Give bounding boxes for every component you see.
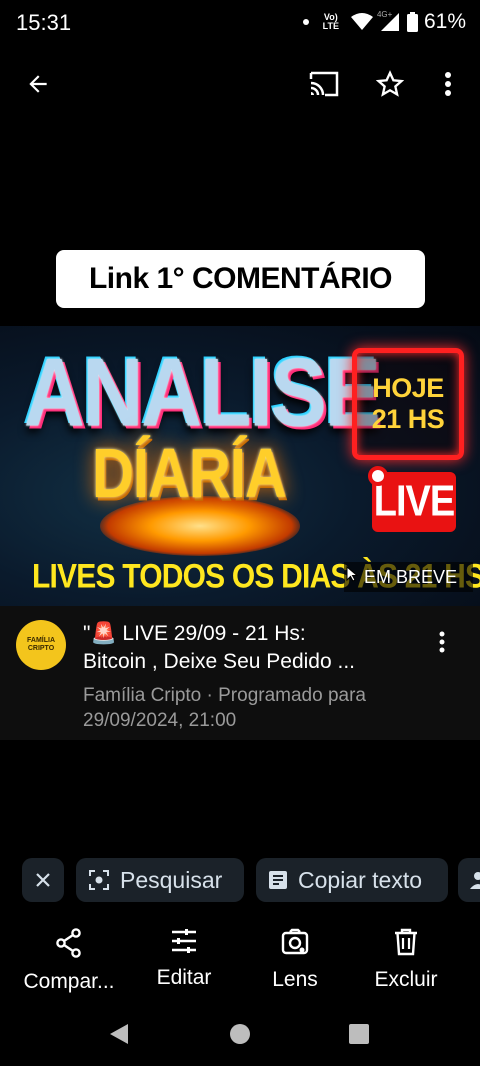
- wifi-icon: [350, 13, 373, 30]
- delete-button[interactable]: Excluir: [346, 928, 466, 1004]
- star-outline-icon: [376, 70, 404, 97]
- video-meta-line2: 29/09/2024, 21:00: [83, 710, 237, 731]
- trash-icon: [395, 928, 417, 956]
- mobile-signal-icon: 4G+: [376, 10, 401, 32]
- cast-icon: [309, 71, 339, 97]
- arrow-back-icon: [29, 75, 47, 93]
- video-meta-line1: Família Cripto · Programado para: [83, 685, 366, 706]
- favorite-button[interactable]: [366, 60, 414, 108]
- share-button[interactable]: Compar...: [9, 928, 129, 1004]
- video-title-line1: "🚨 LIVE 29/09 - 21 Hs:: [83, 622, 306, 645]
- upcoming-label: EM BREVE: [364, 566, 458, 587]
- video-title: "🚨 LIVE 29/09 - 21 Hs: Bitcoin , Deixe S…: [83, 620, 423, 676]
- mobile-network-label: 4G+: [376, 10, 393, 19]
- schedule-line2: 21 HS: [371, 404, 445, 434]
- live-play-icon: [368, 466, 388, 486]
- copy-text-chip[interactable]: Copiar texto: [256, 858, 448, 902]
- channel-avatar-text: FAMÍLIA CRIPTO: [27, 637, 55, 652]
- schedule-box: HOJE 21 HS: [352, 348, 464, 460]
- thumbnail-title-line2: DÍARÍA: [92, 434, 287, 513]
- text-document-icon: [269, 871, 287, 889]
- nav-recents-icon[interactable]: [348, 1023, 370, 1045]
- channel-avatar[interactable]: FAMÍLIA CRIPTO: [16, 620, 66, 670]
- status-bar: 15:31 Vo) LTE 4G+ 61%: [0, 0, 480, 46]
- person-icon: [470, 872, 480, 889]
- volte-bottom-label: LTE: [322, 21, 339, 31]
- close-chip-button[interactable]: [22, 858, 64, 902]
- lens-camera-icon: [281, 928, 309, 955]
- thumbnail-title-line1: ANALISE: [24, 337, 381, 446]
- video-meta: Família Cripto · Programado para 29/09/2…: [83, 683, 413, 733]
- search-chip[interactable]: Pesquisar: [76, 858, 244, 902]
- share-label: Compar...: [23, 970, 115, 993]
- back-button[interactable]: [14, 60, 62, 108]
- suggestion-chips: Pesquisar Copiar texto: [0, 858, 480, 904]
- upcoming-overlay: EM BREVE: [344, 562, 474, 592]
- battery-percent: 61%: [423, 10, 466, 33]
- edit-label: Editar: [156, 966, 212, 989]
- nav-back-icon[interactable]: [108, 1022, 130, 1046]
- status-time: 15:31: [16, 10, 72, 35]
- caption-pill: Link 1° COMENTÁRIO: [56, 250, 425, 308]
- tune-icon: [172, 929, 196, 953]
- more-vert-icon: [445, 72, 451, 96]
- volte-icon: Vo) LTE: [323, 13, 339, 31]
- delete-label: Excluir: [374, 968, 438, 991]
- lens-button[interactable]: Lens: [235, 928, 355, 1004]
- battery-icon: [406, 12, 418, 32]
- copy-text-chip-label: Copiar texto: [298, 866, 423, 893]
- video-thumbnail[interactable]: ANALISE DÍARÍA HOJE 21 HS LIVE LIVES TOD…: [0, 326, 480, 606]
- lens-label: Lens: [272, 968, 318, 991]
- top-app-bar: [0, 60, 480, 108]
- search-chip-label: Pesquisar: [120, 866, 223, 893]
- video-info-card[interactable]: FAMÍLIA CRIPTO "🚨 LIVE 29/09 - 21 Hs: Bi…: [0, 606, 480, 740]
- live-badge-text: LIVE: [373, 477, 455, 526]
- schedule-line1: HOJE: [372, 373, 444, 403]
- edit-button[interactable]: Editar: [124, 928, 244, 1004]
- caption-text: Link 1° COMENTÁRIO: [88, 262, 393, 295]
- notification-dot-icon: [302, 19, 309, 25]
- nav-home-icon[interactable]: [229, 1023, 251, 1045]
- video-title-line2: Bitcoin , Deixe Seu Pedido ...: [83, 650, 355, 673]
- close-icon: [36, 873, 50, 887]
- status-icons: Vo) LTE 4G+ 61%: [302, 10, 466, 34]
- more-vert-icon: [439, 631, 445, 653]
- share-icon: [56, 928, 81, 958]
- video-more-button[interactable]: [426, 622, 458, 662]
- cursor-icon: [346, 566, 359, 582]
- cast-button[interactable]: [300, 60, 348, 108]
- bottom-action-bar: Compar... Editar Lens Excluir: [0, 928, 480, 1004]
- person-chip[interactable]: [458, 858, 480, 902]
- more-options-button[interactable]: [424, 60, 472, 108]
- system-navigation-bar: [0, 1012, 480, 1056]
- lens-search-icon: [89, 870, 109, 890]
